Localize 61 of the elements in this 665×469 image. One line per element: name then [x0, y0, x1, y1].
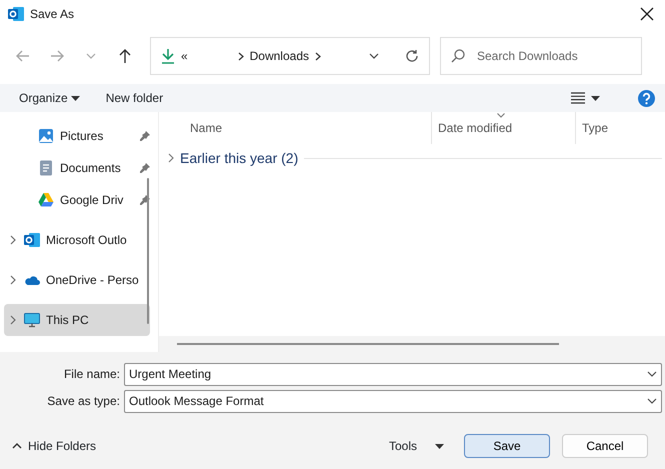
picture-icon: [38, 128, 54, 144]
mail-app-icon: [24, 232, 40, 248]
column-header[interactable]: Date modified: [431, 112, 575, 144]
save-button[interactable]: Save: [464, 434, 550, 458]
field-label: Save as type:: [46, 393, 121, 410]
up-arrow-icon: [117, 48, 133, 64]
window-title: Save As: [30, 6, 74, 23]
search-icon: [451, 49, 465, 63]
scrollbar-thumb[interactable]: [177, 343, 559, 345]
chevron-right-icon: [315, 52, 321, 60]
sidebar-item[interactable]: Microsoft Outlo: [4, 224, 150, 256]
new-folder-button[interactable]: New folder: [106, 89, 164, 107]
view-menu[interactable]: [571, 92, 600, 104]
monitor-icon: [24, 312, 40, 328]
back-arrow-icon: [15, 48, 31, 64]
sort-caret-icon: [497, 113, 505, 118]
sidebar-item[interactable]: Google Driv: [4, 184, 150, 216]
address-bar[interactable]: « Downloads: [150, 37, 430, 75]
help-button[interactable]: [638, 88, 655, 108]
drive-icon: [38, 192, 54, 208]
file-type-dropdown[interactable]: Outlook Message Format: [124, 390, 662, 412]
field-label: File name:: [62, 366, 121, 383]
overflow-chevron[interactable]: «: [181, 47, 188, 65]
search-field[interactable]: Search Downloads: [440, 37, 642, 75]
refresh-icon: [405, 49, 419, 63]
chevron-right-icon: [10, 275, 16, 285]
chevron-down-icon: [86, 53, 96, 59]
file-name-field[interactable]: Urgent Meeting: [124, 362, 662, 386]
chevron-down-icon: [647, 371, 657, 377]
sidebar-item[interactable]: Documents: [4, 152, 150, 184]
forward-arrow-icon: [49, 48, 65, 64]
chevron-up-icon: [12, 443, 22, 449]
list-view-icon: [571, 92, 585, 104]
chevron-down-icon: [647, 398, 657, 404]
caret-icon: [435, 444, 444, 448]
chevron-right-icon: [10, 235, 16, 245]
document-icon: [38, 160, 54, 176]
breadcrumb-item[interactable]: Downloads: [250, 47, 309, 65]
sidebar-item[interactable]: Pictures: [4, 120, 150, 152]
chevron-right-icon: [168, 153, 174, 163]
close-icon: [640, 7, 654, 21]
help-icon: [638, 90, 655, 108]
scrollbar-thumb[interactable]: [147, 178, 149, 324]
chevron-right-icon: [238, 52, 244, 60]
chevron-down-icon: [369, 53, 379, 59]
app-icon: [8, 6, 24, 22]
tools-menu[interactable]: Tools: [388, 437, 444, 455]
download-icon: [161, 48, 175, 64]
cancel-button[interactable]: Cancel: [562, 434, 648, 458]
hide-folders-button[interactable]: Hide Folders: [12, 437, 96, 455]
column-header[interactable]: Type: [575, 112, 665, 144]
sidebar-item[interactable]: This PC: [4, 304, 150, 336]
caret-icon: [70, 96, 80, 100]
chevron-right-icon: [10, 315, 16, 325]
caret-icon: [591, 96, 600, 100]
column-header[interactable]: Name: [159, 112, 431, 144]
pin-icon: [140, 163, 150, 173]
group-header[interactable]: Earlier this year (2): [159, 146, 665, 170]
pin-icon: [140, 131, 150, 141]
organize-menu[interactable]: Organize: [19, 89, 80, 107]
sidebar-item[interactable]: OneDrive - Perso: [4, 264, 150, 296]
